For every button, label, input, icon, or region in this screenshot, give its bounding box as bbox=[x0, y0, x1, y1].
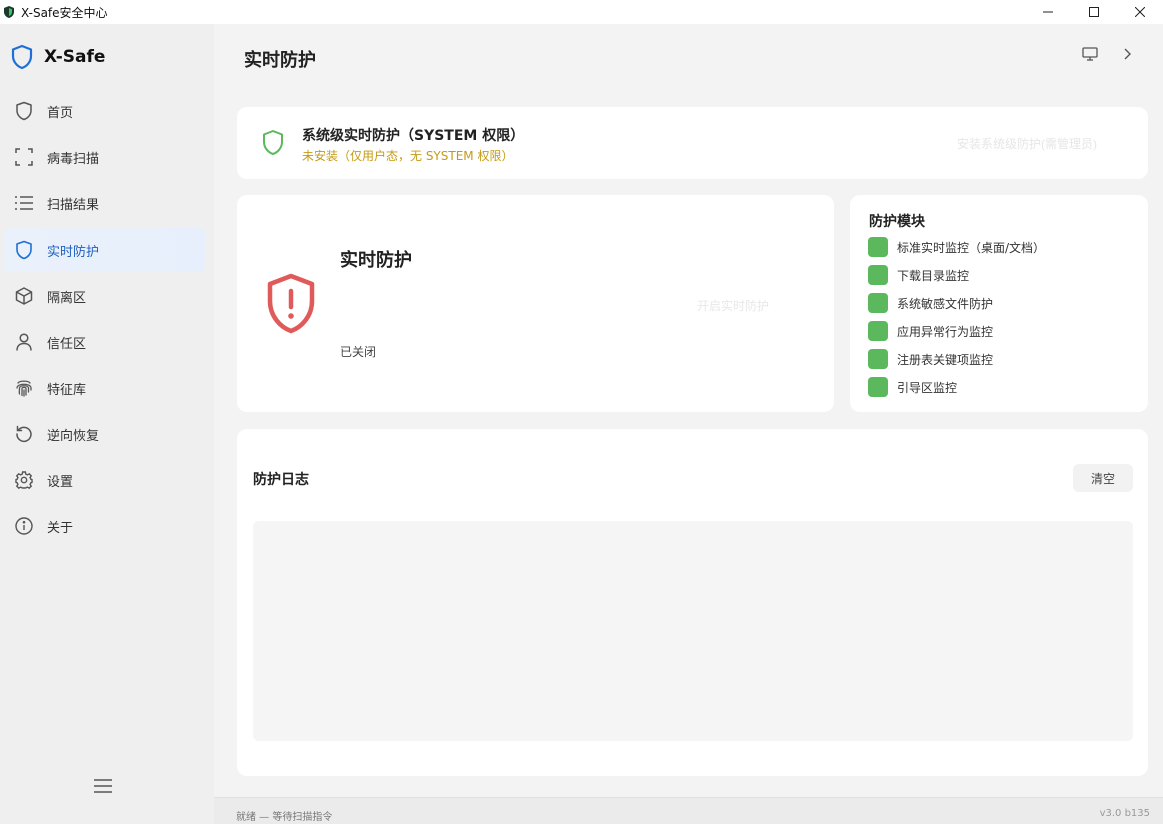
brand-shield-icon bbox=[11, 44, 33, 70]
system-protection-card: 系统级实时防护（SYSTEM 权限） 未安装（仅用户态，无 SYSTEM 权限）… bbox=[237, 107, 1148, 179]
undo-icon bbox=[14, 424, 34, 444]
person-icon bbox=[14, 332, 34, 352]
module-item[interactable]: 应用异常行为监控 bbox=[868, 321, 993, 341]
sidebar-item-quarantine[interactable]: 隔离区 bbox=[0, 274, 205, 318]
sidebar-item-label: 逆向恢复 bbox=[47, 428, 100, 444]
version-text: v3.0 b135 bbox=[1099, 808, 1150, 819]
realtime-title: 实时防护 bbox=[340, 250, 412, 271]
system-protection-status: 未安装（仅用户态，无 SYSTEM 权限） bbox=[302, 149, 514, 163]
expand-button[interactable] bbox=[1122, 46, 1132, 65]
shield-alert-icon bbox=[267, 273, 315, 334]
status-text: 就绪 — 等待扫描指令 bbox=[236, 812, 333, 823]
fingerprint-icon bbox=[14, 378, 34, 398]
checkbox[interactable] bbox=[868, 321, 888, 341]
modules-title: 防护模块 bbox=[869, 214, 925, 230]
monitor-icon bbox=[1082, 47, 1098, 61]
sidebar-item-reverse-restore[interactable]: 逆向恢复 bbox=[0, 412, 205, 456]
log-title: 防护日志 bbox=[253, 472, 309, 488]
clear-log-button[interactable]: 清空 bbox=[1073, 464, 1133, 492]
shield-check-icon bbox=[263, 130, 283, 155]
sidebar-item-about[interactable]: 关于 bbox=[0, 504, 205, 548]
sidebar-item-label: 扫描结果 bbox=[47, 197, 100, 213]
enable-realtime-button[interactable]: 开启实时防护 bbox=[697, 297, 769, 314]
gear-icon bbox=[14, 470, 34, 490]
module-label: 下载目录监控 bbox=[897, 268, 970, 283]
checkbox[interactable] bbox=[868, 377, 888, 397]
module-label: 标准实时监控（桌面/文档） bbox=[897, 240, 1046, 255]
sidebar-item-label: 设置 bbox=[47, 474, 74, 490]
window-title: X-Safe安全中心 bbox=[21, 5, 108, 20]
checkbox[interactable] bbox=[868, 265, 888, 285]
checkbox[interactable] bbox=[868, 293, 888, 313]
module-item[interactable]: 下载目录监控 bbox=[868, 265, 969, 285]
close-icon bbox=[1135, 7, 1145, 17]
info-icon bbox=[14, 516, 34, 536]
realtime-status: 已关闭 bbox=[340, 345, 377, 359]
app-shield-icon bbox=[4, 6, 14, 18]
sidebar-item-realtime-protection[interactable]: 实时防护 bbox=[4, 228, 205, 272]
maximize-button[interactable] bbox=[1071, 0, 1117, 24]
sidebar-item-label: 病毒扫描 bbox=[47, 151, 100, 167]
brand: X-Safe bbox=[10, 44, 105, 70]
brand-name: X-Safe bbox=[44, 47, 106, 67]
sidebar-item-scan-results[interactable]: 扫描结果 bbox=[0, 181, 205, 225]
sidebar-item-trusted[interactable]: 信任区 bbox=[0, 320, 205, 364]
minimize-button[interactable] bbox=[1025, 0, 1071, 24]
sidebar: X-Safe 首页 病毒扫描 扫描结果 实时防护 隔离区 信任区 特征库 逆向恢… bbox=[0, 24, 214, 824]
maximize-icon bbox=[1089, 7, 1099, 17]
install-system-protection-button[interactable]: 安装系统级防护(需管理员) bbox=[957, 135, 1097, 152]
shield-outline-icon bbox=[14, 101, 34, 121]
module-item[interactable]: 注册表关键项监控 bbox=[868, 349, 993, 369]
protection-log-card: 防护日志 清空 bbox=[237, 429, 1148, 776]
cube-icon bbox=[14, 286, 34, 306]
system-protection-title: 系统级实时防护（SYSTEM 权限） bbox=[302, 128, 525, 144]
close-button[interactable] bbox=[1117, 0, 1163, 24]
module-item[interactable]: 系统敏感文件防护 bbox=[868, 293, 993, 313]
hamburger-menu-button[interactable] bbox=[92, 776, 114, 796]
sidebar-item-settings[interactable]: 设置 bbox=[0, 458, 205, 502]
minimize-icon bbox=[1043, 11, 1053, 13]
module-item[interactable]: 标准实时监控（桌面/文档） bbox=[868, 237, 1045, 257]
sidebar-item-signatures[interactable]: 特征库 bbox=[0, 366, 205, 410]
checkbox[interactable] bbox=[868, 237, 888, 257]
checkbox[interactable] bbox=[868, 349, 888, 369]
hamburger-icon bbox=[94, 779, 112, 793]
protection-modules-card: 防护模块 标准实时监控（桌面/文档） 下载目录监控 系统敏感文件防护 应用异常行… bbox=[850, 195, 1148, 412]
header-actions bbox=[1082, 46, 1132, 65]
monitor-button[interactable] bbox=[1082, 46, 1098, 65]
window-controls bbox=[1025, 0, 1163, 24]
module-label: 引导区监控 bbox=[897, 380, 958, 395]
module-label: 应用异常行为监控 bbox=[897, 324, 994, 339]
sidebar-item-label: 信任区 bbox=[47, 336, 87, 352]
page-title: 实时防护 bbox=[244, 50, 316, 71]
sidebar-item-label: 关于 bbox=[47, 520, 74, 536]
title-bar: X-Safe安全中心 bbox=[0, 0, 1163, 24]
sidebar-item-label: 特征库 bbox=[47, 382, 87, 398]
list-icon bbox=[14, 193, 34, 213]
sidebar-item-home[interactable]: 首页 bbox=[0, 89, 205, 133]
shield-outline-icon bbox=[14, 240, 34, 260]
module-label: 注册表关键项监控 bbox=[897, 352, 994, 367]
sidebar-item-label: 首页 bbox=[47, 105, 74, 121]
realtime-protection-card: 实时防护 开启实时防护 已关闭 bbox=[237, 195, 834, 412]
chevron-right-icon bbox=[1124, 48, 1131, 60]
sidebar-item-virus-scan[interactable]: 病毒扫描 bbox=[0, 135, 205, 179]
status-bar: 就绪 — 等待扫描指令 v3.0 b135 bbox=[214, 797, 1163, 824]
log-output[interactable] bbox=[253, 521, 1133, 741]
module-label: 系统敏感文件防护 bbox=[897, 296, 994, 311]
sidebar-item-label: 实时防护 bbox=[47, 244, 100, 260]
module-item[interactable]: 引导区监控 bbox=[868, 377, 957, 397]
sidebar-item-label: 隔离区 bbox=[47, 290, 87, 306]
scan-frame-icon bbox=[14, 147, 34, 167]
